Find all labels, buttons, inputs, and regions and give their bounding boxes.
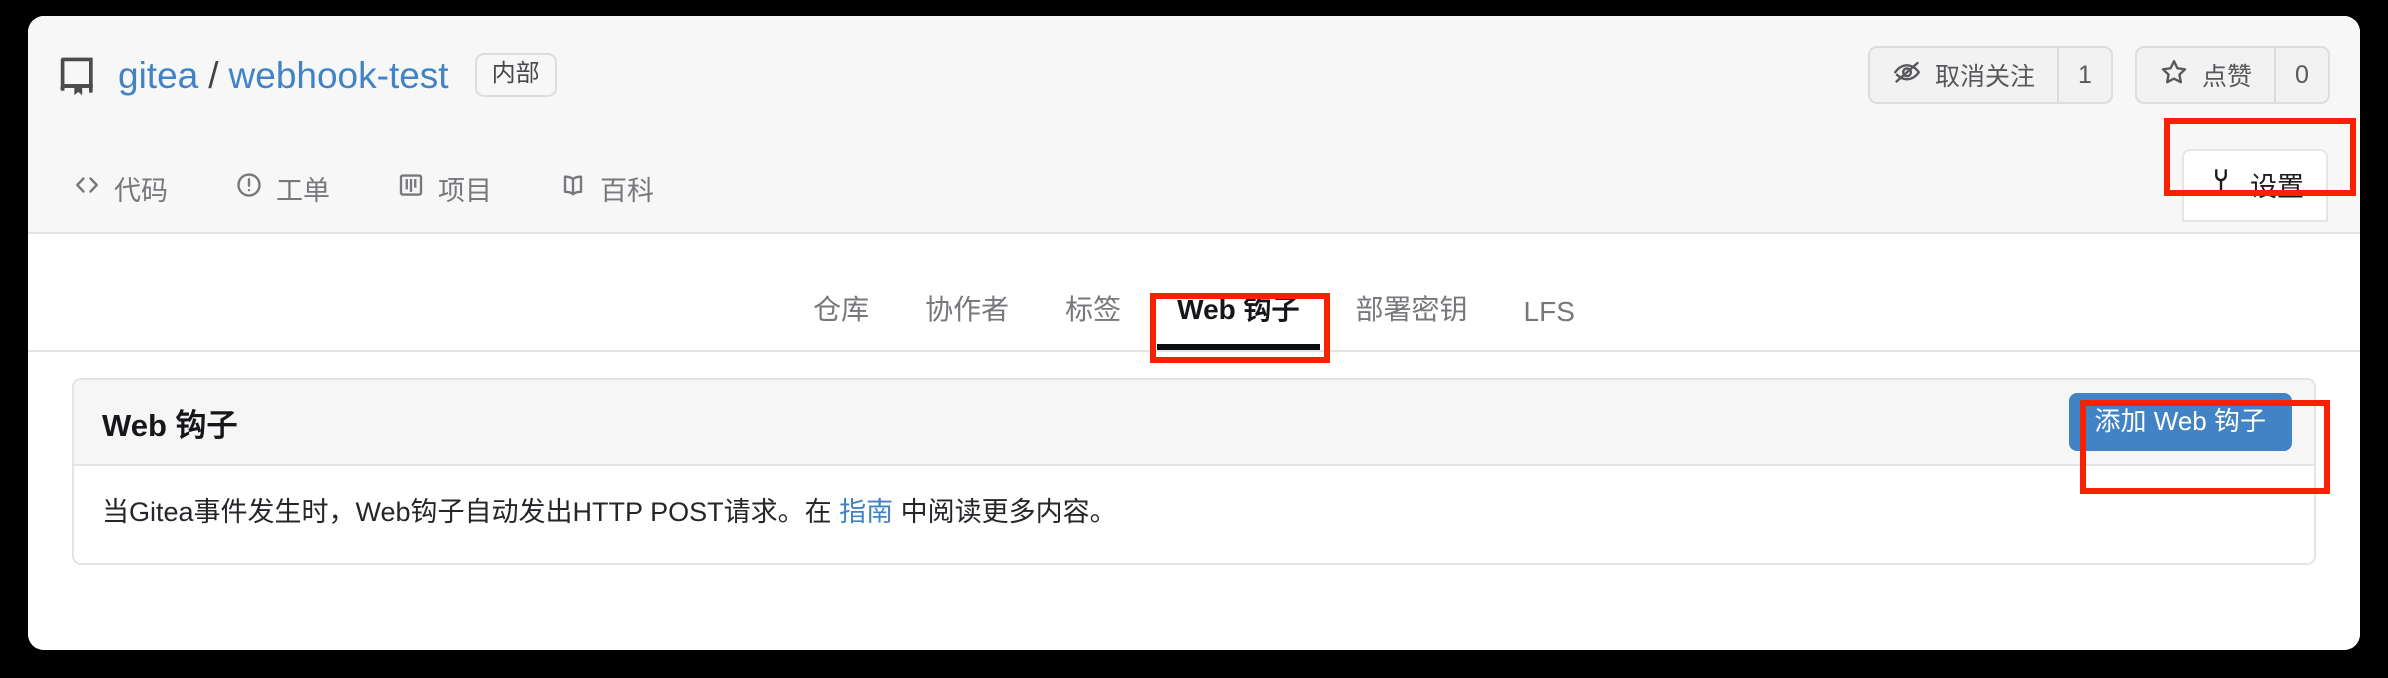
repo-nav-item-issues[interactable]: 工单 — [226, 163, 338, 214]
wrench-icon — [2206, 166, 2236, 203]
settings-label: 设置 — [2250, 172, 2304, 202]
repo-nav-label: 项目 — [438, 175, 492, 206]
settings-tab-deploy-keys[interactable]: 部署密钥 — [1328, 274, 1496, 350]
settings-tab-repository[interactable]: 仓库 — [785, 274, 897, 350]
add-webhook-wrapper: 添加 Web 钩子 — [2068, 393, 2292, 451]
settings-sub-nav: 仓库 协作者 标签 Web 钩子 部署密钥 LFS — [28, 234, 2360, 352]
repo-breadcrumb: gitea / webhook-test — [118, 57, 449, 94]
watch-button-group: 取消关注 1 — [1867, 46, 2113, 104]
repo-nav-label: 工单 — [276, 175, 330, 206]
repo-nav-item-wiki[interactable]: 百科 — [550, 163, 662, 214]
watch-count[interactable]: 1 — [2056, 46, 2113, 104]
star-count[interactable]: 0 — [2274, 46, 2330, 104]
repo-nav: 代码 工单 项目 百科 — [64, 144, 662, 232]
repo-book-icon — [56, 53, 100, 97]
webhooks-description-text-after: 中阅读更多内容。 — [893, 497, 1117, 527]
repo-nav-label: 代码 — [114, 175, 168, 206]
repo-owner-link[interactable]: gitea — [118, 57, 198, 94]
main-content: Web 钩子 添加 Web 钩子 当Gitea事件发生时，Web钩子自动发出HT… — [28, 352, 2360, 650]
repo-header: gitea / webhook-test 内部 取消关注 1 点赞 0 代码 工… — [28, 16, 2360, 234]
repo-name-link[interactable]: webhook-test — [229, 57, 449, 94]
star-button-group: 点赞 0 — [2134, 46, 2330, 104]
star-label: 点赞 — [2201, 63, 2252, 91]
webhooks-description: 当Gitea事件发生时，Web钩子自动发出HTTP POST请求。在 指南 中阅… — [74, 466, 2314, 563]
repo-visibility-badge: 内部 — [474, 53, 557, 97]
repo-nav-label: 百科 — [600, 175, 654, 206]
webhooks-panel: Web 钩子 添加 Web 钩子 当Gitea事件发生时，Web钩子自动发出HT… — [72, 378, 2316, 565]
book-open-icon — [558, 170, 588, 207]
repo-nav-item-code[interactable]: 代码 — [64, 163, 176, 214]
unwatch-button[interactable]: 取消关注 — [1867, 46, 2057, 104]
add-webhook-button[interactable]: 添加 Web 钩子 — [2068, 393, 2292, 451]
breadcrumb-separator: / — [208, 54, 219, 96]
settings-tab-branches[interactable]: 标签 — [1037, 274, 1149, 350]
settings-tab-lfs[interactable]: LFS — [1496, 282, 1603, 350]
code-brackets-icon — [72, 170, 102, 207]
webhooks-guide-link[interactable]: 指南 — [839, 497, 893, 527]
repo-nav-item-projects[interactable]: 项目 — [388, 163, 500, 214]
repo-actions: 取消关注 1 点赞 0 — [1867, 46, 2330, 104]
settings-tab-webhooks[interactable]: Web 钩子 — [1149, 274, 1327, 350]
webhooks-description-text-before: 当Gitea事件发生时，Web钩子自动发出HTTP POST请求。在 — [102, 497, 840, 527]
unwatch-label: 取消关注 — [1934, 63, 2035, 91]
settings-tab-collaborators[interactable]: 协作者 — [897, 274, 1037, 350]
issue-opened-icon — [234, 170, 264, 207]
webhooks-panel-title: Web 钩子 — [102, 407, 238, 443]
settings-tab-wrapper: 设置 — [2182, 149, 2328, 222]
browser-page: gitea / webhook-test 内部 取消关注 1 点赞 0 代码 工… — [28, 16, 2360, 650]
repo-nav-item-settings[interactable]: 设置 — [2182, 149, 2328, 222]
project-board-icon — [396, 170, 426, 207]
star-button[interactable]: 点赞 — [2134, 46, 2274, 104]
webhooks-panel-header: Web 钩子 添加 Web 钩子 — [74, 380, 2314, 466]
eye-slash-icon — [1892, 57, 1922, 94]
star-icon — [2159, 57, 2189, 94]
